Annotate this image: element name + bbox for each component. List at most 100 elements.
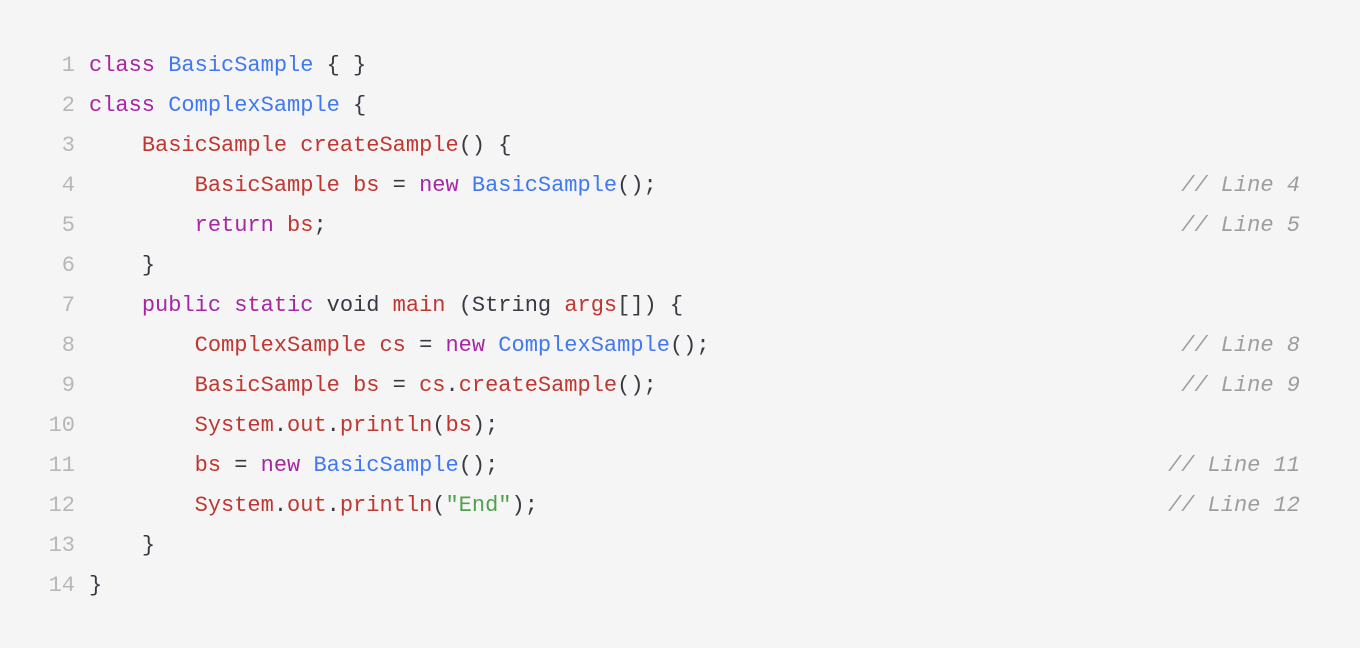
token-pn: () {: [459, 133, 512, 158]
line-number: 4: [10, 166, 89, 206]
token-name: bs: [195, 453, 235, 478]
code-line: 1class BasicSample { }: [10, 46, 1340, 86]
code-content: }: [89, 246, 1300, 286]
token-name: BasicSample: [195, 373, 353, 398]
token-name: ComplexSample: [195, 333, 380, 358]
token-pn: (: [432, 493, 445, 518]
code-content: System.out.println(bs);: [89, 406, 1300, 446]
code-content: public static void main (String args[]) …: [89, 286, 1300, 326]
token-pn: ();: [617, 373, 657, 398]
code-line: 11 bs = new BasicSample();// Line 11: [10, 446, 1340, 486]
code-line: 12 System.out.println("End");// Line 12: [10, 486, 1340, 526]
token-fn: createSample: [459, 373, 617, 398]
token-pn: (: [432, 413, 445, 438]
code-content: ComplexSample cs = new ComplexSample();: [89, 326, 1181, 366]
token-pn: .: [274, 493, 287, 518]
token-pn: { }: [313, 53, 366, 78]
token-name: cs: [379, 333, 419, 358]
token-name: args: [564, 293, 617, 318]
line-number: 6: [10, 246, 89, 286]
line-number: 7: [10, 286, 89, 326]
token-fn: println: [340, 493, 432, 518]
code-content: System.out.println("End");: [89, 486, 1168, 526]
token-pn: (: [459, 293, 472, 318]
token-name: System: [195, 493, 274, 518]
token-pn: String: [472, 293, 564, 318]
token-pn: }: [142, 533, 155, 558]
token-kw: new: [419, 173, 472, 198]
token-fn: createSample: [300, 133, 458, 158]
code-line: 13 }: [10, 526, 1340, 566]
code-line: 14}: [10, 566, 1340, 606]
line-comment: [1300, 86, 1340, 126]
token-type: BasicSample: [472, 173, 617, 198]
code-line: 7 public static void main (String args[]…: [10, 286, 1340, 326]
code-content: BasicSample createSample() {: [89, 126, 1300, 166]
token-pn: }: [89, 573, 102, 598]
code-content: BasicSample bs = new BasicSample();: [89, 166, 1181, 206]
line-number: 3: [10, 126, 89, 166]
token-kw: return: [195, 213, 287, 238]
line-comment: [1300, 526, 1340, 566]
code-content: }: [89, 566, 1300, 606]
token-name: System: [195, 413, 274, 438]
token-pn: ();: [670, 333, 710, 358]
line-number: 13: [10, 526, 89, 566]
token-type: ComplexSample: [168, 93, 340, 118]
token-pn: =: [419, 333, 445, 358]
code-line: 10 System.out.println(bs);: [10, 406, 1340, 446]
token-pn: =: [393, 373, 419, 398]
token-name: bs: [353, 173, 393, 198]
code-line: 8 ComplexSample cs = new ComplexSample()…: [10, 326, 1340, 366]
line-number: 12: [10, 486, 89, 526]
token-pn: .: [445, 373, 458, 398]
token-kw: static: [234, 293, 326, 318]
code-line: 3 BasicSample createSample() {: [10, 126, 1340, 166]
token-pn: .: [327, 413, 340, 438]
code-content: class BasicSample { }: [89, 46, 1300, 86]
token-name: out: [287, 493, 327, 518]
line-comment: // Line 8: [1181, 326, 1340, 366]
line-number: 14: [10, 566, 89, 606]
code-line: 2class ComplexSample {: [10, 86, 1340, 126]
line-number: 10: [10, 406, 89, 446]
line-number: 11: [10, 446, 89, 486]
line-comment: // Line 4: [1181, 166, 1340, 206]
token-name: cs: [419, 373, 445, 398]
token-pn: }: [142, 253, 155, 278]
line-comment: // Line 5: [1181, 206, 1340, 246]
line-comment: [1300, 286, 1340, 326]
line-number: 5: [10, 206, 89, 246]
code-content: return bs;: [89, 206, 1181, 246]
token-pn: .: [327, 493, 340, 518]
token-type: BasicSample: [168, 53, 313, 78]
token-pn: ();: [459, 453, 499, 478]
token-name: BasicSample: [195, 173, 353, 198]
token-kw: class: [89, 53, 168, 78]
token-fn: main: [393, 293, 459, 318]
line-number: 9: [10, 366, 89, 406]
token-name: bs: [445, 413, 471, 438]
code-line: 4 BasicSample bs = new BasicSample();// …: [10, 166, 1340, 206]
code-block: 1class BasicSample { }2class ComplexSamp…: [0, 0, 1360, 626]
line-comment: [1300, 406, 1340, 446]
token-type: ComplexSample: [498, 333, 670, 358]
line-number: 1: [10, 46, 89, 86]
token-pn: void: [327, 293, 393, 318]
token-kw: new: [445, 333, 498, 358]
token-pn: =: [234, 453, 260, 478]
line-comment: [1300, 126, 1340, 166]
token-pn: =: [393, 173, 419, 198]
token-name: bs: [287, 213, 313, 238]
line-comment: [1300, 46, 1340, 86]
line-comment: // Line 12: [1168, 486, 1340, 526]
line-number: 8: [10, 326, 89, 366]
code-content: BasicSample bs = cs.createSample();: [89, 366, 1181, 406]
code-line: 5 return bs;// Line 5: [10, 206, 1340, 246]
token-type: BasicSample: [313, 453, 458, 478]
token-pn: .: [274, 413, 287, 438]
token-pn: {: [340, 93, 366, 118]
token-kw: public: [142, 293, 234, 318]
token-kw: new: [261, 453, 314, 478]
token-name: bs: [353, 373, 393, 398]
